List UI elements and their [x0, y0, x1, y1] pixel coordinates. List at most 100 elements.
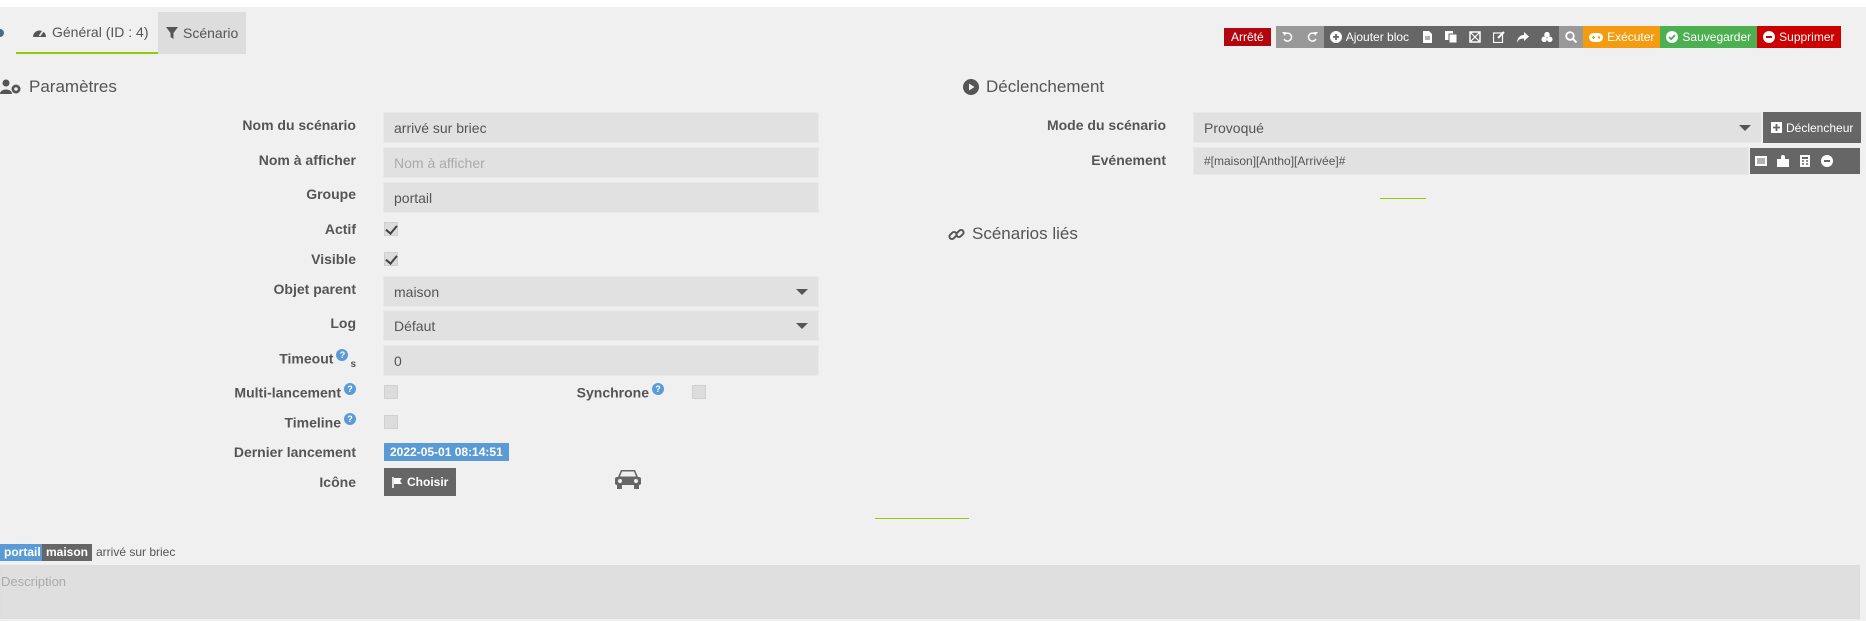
search-button[interactable] [1559, 26, 1584, 48]
help-icon[interactable]: ? [344, 413, 356, 425]
flag-icon [392, 476, 402, 488]
display-name-input[interactable]: Nom à afficher [383, 147, 819, 178]
scenario-name-input[interactable]: arrivé sur briec [383, 112, 819, 143]
tab-scenario[interactable]: Scénario [158, 12, 246, 54]
display-name-placeholder: Nom à afficher [394, 154, 485, 171]
parent-object-label: Objet parent [273, 281, 356, 297]
timeout-input[interactable]: 0 [383, 345, 819, 376]
linked-title-text: Scénarios liés [972, 224, 1078, 243]
plus-square-icon [1771, 122, 1782, 133]
active-label: Actif [324, 221, 356, 237]
help-icon[interactable]: ? [336, 349, 349, 361]
cubes-icon [1541, 31, 1553, 43]
remove-icon[interactable] [1816, 155, 1838, 167]
execute-button[interactable]: Exécuter [1583, 26, 1661, 48]
choose-icon-button[interactable]: Choisir [384, 468, 457, 496]
visible-checkbox[interactable] [384, 252, 398, 266]
synchronous-label-text: Synchrone [576, 384, 649, 401]
calculator-icon[interactable] [1794, 155, 1816, 167]
object-tag: maison [42, 544, 93, 561]
timeout-label-text: Timeout [279, 350, 334, 367]
link-icon [948, 228, 965, 240]
edit-button[interactable] [1487, 26, 1512, 48]
timeline-label-text: Timeline [284, 414, 341, 431]
multi-launch-checkbox[interactable] [384, 385, 398, 399]
status-badge: Arrêté [1224, 28, 1271, 46]
export-button[interactable] [1511, 26, 1536, 48]
tab-general[interactable]: Général (ID : 4) [16, 12, 158, 54]
parent-object-value: maison [394, 283, 440, 300]
log-button[interactable] [1415, 26, 1440, 48]
params-title: Paramètres [0, 77, 117, 97]
name-label: Nom du scénario [242, 117, 356, 133]
tab-back-dot[interactable] [0, 29, 4, 37]
puzzle-icon[interactable] [1772, 155, 1794, 167]
car-icon [614, 468, 642, 493]
plus-circle-icon [1329, 31, 1342, 43]
timeline-checkbox[interactable] [384, 415, 398, 429]
multi-launch-label-text: Multi-lancement [234, 384, 341, 401]
tab-scenario-label: Scénario [183, 25, 239, 41]
chevron-down-icon [1739, 125, 1751, 131]
scenario-name-value: arrivé sur briec [394, 119, 487, 136]
copy-button[interactable] [1439, 26, 1464, 48]
dashboard-icon [33, 30, 46, 37]
chevron-down-icon [796, 289, 808, 295]
save-button[interactable]: Sauvegarder [1660, 26, 1758, 48]
delete-label: Supprimer [1779, 30, 1835, 44]
description-placeholder: Description [1, 574, 67, 589]
dependencies-button[interactable] [1535, 26, 1560, 48]
timeline-label: Timeline? [0, 413, 356, 431]
separator [1380, 198, 1426, 199]
top-strip [0, 0, 1866, 7]
undo-button[interactable] [1275, 26, 1300, 48]
delete-button[interactable]: Supprimer [1757, 26, 1841, 48]
help-icon[interactable]: ? [344, 383, 356, 395]
params-title-text: Paramètres [29, 77, 117, 96]
event-value: #[maison][Antho][Arrivée]# [1204, 154, 1346, 168]
edit-icon [1493, 31, 1505, 43]
timeout-value: 0 [394, 352, 402, 369]
trigger-title-text: Déclenchement [986, 77, 1105, 96]
search-icon [1565, 31, 1578, 43]
save-label: Sauvegarder [1682, 30, 1752, 44]
synchronous-checkbox[interactable] [692, 385, 706, 399]
log-select[interactable]: Défaut [383, 310, 819, 341]
timeout-unit: s [350, 359, 356, 371]
timeout-label: Timeout ?s [0, 349, 356, 370]
template-button[interactable] [1463, 26, 1488, 48]
redo-button[interactable] [1299, 26, 1324, 48]
choose-label: Choisir [407, 475, 449, 489]
mode-label: Mode du scénario [1046, 117, 1166, 133]
execute-label: Exécuter [1607, 30, 1655, 44]
log-label: Log [330, 315, 356, 331]
linked-title: Scénarios liés [948, 224, 1078, 244]
active-checkbox[interactable] [384, 222, 398, 236]
add-trigger-button[interactable]: Déclencheur [1763, 112, 1862, 143]
group-input[interactable]: portail [383, 182, 819, 213]
add-block-label: Ajouter bloc [1345, 30, 1410, 44]
description-textarea[interactable]: Description [0, 565, 1860, 619]
play-circle-icon [963, 79, 979, 95]
file-icon [1422, 31, 1432, 43]
gamepad-icon [1589, 32, 1604, 42]
mode-value: Provoqué [1204, 119, 1264, 136]
separator [875, 518, 969, 519]
last-run-badge: 2022-05-01 08:14:51 [384, 443, 509, 461]
display-name-label: Nom à afficher [258, 152, 356, 168]
mode-select[interactable]: Provoqué [1193, 112, 1762, 143]
last-run-label: Dernier lancement [233, 444, 356, 460]
parent-object-select[interactable]: maison [383, 276, 819, 307]
synchronous-label: Synchrone? [520, 383, 664, 401]
minus-circle-icon [1763, 31, 1776, 43]
filter-icon [166, 26, 178, 39]
list-icon[interactable] [1750, 156, 1772, 166]
help-icon[interactable]: ? [652, 383, 664, 395]
add-block-button[interactable]: Ajouter bloc [1323, 26, 1416, 48]
event-input[interactable]: #[maison][Antho][Arrivée]# [1193, 147, 1749, 175]
visible-label: Visible [311, 251, 356, 267]
event-actions [1750, 148, 1860, 174]
share-icon [1517, 31, 1530, 43]
scenario-footer-name: arrivé sur briec [96, 545, 176, 559]
group-label: Groupe [306, 186, 356, 202]
